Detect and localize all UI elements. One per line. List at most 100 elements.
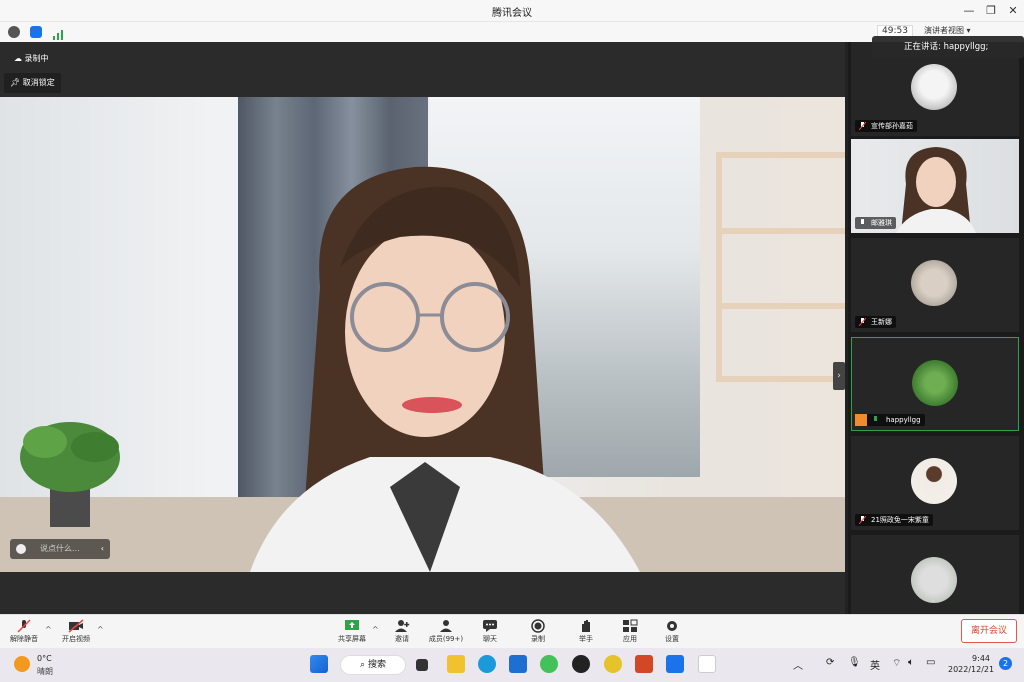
unpin-button[interactable]: 📌︎ 取消锁定 bbox=[4, 73, 61, 93]
tencent-meeting-taskbar-icon[interactable] bbox=[666, 655, 684, 673]
invite-button[interactable]: 邀请 bbox=[382, 617, 422, 647]
participant-name: 宣传部孙嘉茹 bbox=[855, 120, 917, 132]
weather-icon[interactable] bbox=[14, 656, 30, 672]
os-taskbar: 0°C 晴朗 ⌕ 搜索 ︿ ⟳ 🎙︎ 英 ⌔ 🔈︎ ▭ 9:44 2022/12… bbox=[0, 648, 1024, 682]
recording-label: 录制中 bbox=[24, 54, 49, 63]
video-options-caret[interactable]: ^ bbox=[97, 625, 104, 634]
unmute-button[interactable]: 解除静音 bbox=[4, 617, 44, 647]
file-explorer-icon[interactable] bbox=[447, 655, 465, 673]
chat-placeholder: 说点什么... bbox=[40, 544, 80, 553]
apps-icon bbox=[623, 619, 638, 632]
store-icon[interactable] bbox=[509, 655, 527, 673]
raise-hand-button[interactable]: 举手 bbox=[566, 617, 606, 647]
info-icon[interactable] bbox=[8, 26, 20, 38]
meeting-toolbar: 解除静音 ^ 开启视频 ^ 共享屏幕 ^ 邀请 成员(99+) 聊天 录制 举手… bbox=[0, 614, 1024, 648]
mic-muted-icon bbox=[17, 619, 31, 633]
clock-time: 9:44 bbox=[972, 654, 990, 663]
qq-icon[interactable] bbox=[572, 655, 590, 673]
window-title: 腾讯会议 bbox=[492, 8, 532, 19]
invite-icon bbox=[395, 620, 410, 632]
participant-name: 邮雅琪 bbox=[855, 217, 896, 229]
emoji-icon[interactable] bbox=[16, 544, 26, 554]
avatar bbox=[912, 360, 958, 406]
mic-icon bbox=[861, 219, 864, 224]
restore-button[interactable]: ❐ bbox=[980, 2, 1002, 20]
shield-icon[interactable] bbox=[30, 26, 42, 38]
speaker-video: 说点什么... ‹ bbox=[0, 97, 845, 572]
participant-tile-active[interactable]: happyllgg bbox=[851, 337, 1019, 431]
share-screen-icon bbox=[345, 620, 359, 630]
unpin-label: 取消锁定 bbox=[22, 78, 55, 87]
participant-video-image bbox=[896, 147, 976, 233]
speaking-now-banner: 正在讲话: happyllgg; bbox=[872, 36, 1024, 58]
share-options-caret[interactable]: ^ bbox=[372, 625, 379, 634]
main-stage: ☁ 录制中 📌︎ 取消锁定 说点什么... ‹ › bbox=[0, 42, 845, 614]
start-menu-icon[interactable] bbox=[310, 655, 328, 673]
avatar bbox=[911, 260, 957, 306]
battery-icon[interactable]: ▭ bbox=[926, 657, 935, 668]
wifi-icon[interactable]: ⌔ bbox=[892, 657, 901, 670]
active-app-icon[interactable] bbox=[698, 655, 716, 673]
participant-tile[interactable]: 王新娜 bbox=[851, 238, 1019, 332]
recording-badge: ☁ 录制中 bbox=[8, 50, 55, 68]
host-icon bbox=[855, 414, 867, 426]
task-view-icon[interactable] bbox=[416, 659, 428, 671]
close-button[interactable]: ✕ bbox=[1002, 2, 1024, 20]
mic-tray-icon[interactable]: 🎙︎ bbox=[848, 657, 861, 668]
app-icon[interactable] bbox=[604, 655, 622, 673]
participant-tile[interactable]: 21照政免一宋紫童 bbox=[851, 436, 1019, 530]
mic-speaking-icon bbox=[874, 416, 877, 421]
members-icon bbox=[440, 620, 452, 632]
avatar bbox=[911, 458, 957, 504]
gear-icon bbox=[667, 621, 677, 631]
tray-overflow-icon[interactable]: ︿ bbox=[793, 657, 803, 672]
start-video-button[interactable]: 开启视频 bbox=[56, 617, 96, 647]
participant-name: 王新娜 bbox=[855, 316, 896, 328]
speaking-now-label: 正在讲话: happyllgg; bbox=[904, 42, 989, 52]
audio-options-caret[interactable]: ^ bbox=[45, 625, 52, 634]
weather-desc[interactable]: 晴朗 bbox=[37, 666, 53, 677]
record-button[interactable]: 录制 bbox=[518, 617, 558, 647]
speaker-person-image bbox=[250, 166, 640, 572]
mic-muted-icon bbox=[859, 122, 866, 130]
leave-meeting-button[interactable]: 离开会议 bbox=[961, 619, 1017, 643]
mic-muted-icon bbox=[859, 516, 866, 524]
hand-icon bbox=[582, 620, 590, 632]
signal-icon[interactable] bbox=[52, 26, 64, 40]
video-shelf bbox=[716, 152, 845, 382]
weather-temp[interactable]: 0°C bbox=[37, 654, 52, 663]
chat-collapse-button[interactable]: ‹ bbox=[101, 539, 104, 559]
scroll-down-icon[interactable]: ⌄ bbox=[929, 595, 937, 605]
participant-tile[interactable]: ⌄ bbox=[851, 535, 1019, 614]
clock-date: 2022/12/21 bbox=[948, 665, 995, 674]
cloud-icon: ☁ bbox=[14, 54, 22, 63]
volume-icon[interactable]: 🔈︎ bbox=[908, 657, 914, 668]
view-mode-button[interactable]: 演讲者视图 ▾ bbox=[924, 25, 971, 36]
settings-button[interactable]: 设置 bbox=[652, 617, 692, 647]
minimize-button[interactable]: — bbox=[958, 2, 980, 20]
share-screen-button[interactable]: 共享屏幕 bbox=[332, 617, 372, 647]
chat-button[interactable]: 聊天 bbox=[470, 617, 510, 647]
chat-input-box[interactable]: 说点什么... ‹ bbox=[10, 539, 110, 559]
participant-tile[interactable]: 邮雅琪 bbox=[851, 139, 1019, 233]
plant-image bbox=[20, 422, 120, 527]
participant-name: 21照政免一宋紫童 bbox=[855, 514, 933, 526]
side-panel-toggle[interactable]: › bbox=[833, 362, 845, 390]
wechat-icon[interactable] bbox=[540, 655, 558, 673]
sync-icon[interactable]: ⟳ bbox=[826, 657, 834, 668]
pin-icon: 📌︎ bbox=[10, 78, 21, 87]
record-icon bbox=[531, 619, 545, 633]
system-clock[interactable]: 9:44 2022/12/21 bbox=[948, 653, 995, 675]
taskbar-search[interactable]: ⌕ 搜索 bbox=[340, 655, 406, 675]
mic-muted-icon bbox=[859, 318, 866, 326]
ime-indicator[interactable]: 英 bbox=[870, 657, 880, 672]
avatar bbox=[911, 64, 957, 110]
powerpoint-icon[interactable] bbox=[635, 655, 653, 673]
camera-off-icon bbox=[68, 619, 84, 633]
notification-badge[interactable]: 2 bbox=[999, 657, 1012, 670]
apps-button[interactable]: 应用 bbox=[610, 617, 650, 647]
members-button[interactable]: 成员(99+) bbox=[426, 617, 466, 647]
edge-browser-icon[interactable] bbox=[478, 655, 496, 673]
participants-panel: 宣传部孙嘉茹 邮雅琪 王新娜 happyllgg 21照政免一宋紫童 ⌄ bbox=[848, 42, 1024, 614]
participant-name: happyllgg bbox=[855, 414, 925, 426]
